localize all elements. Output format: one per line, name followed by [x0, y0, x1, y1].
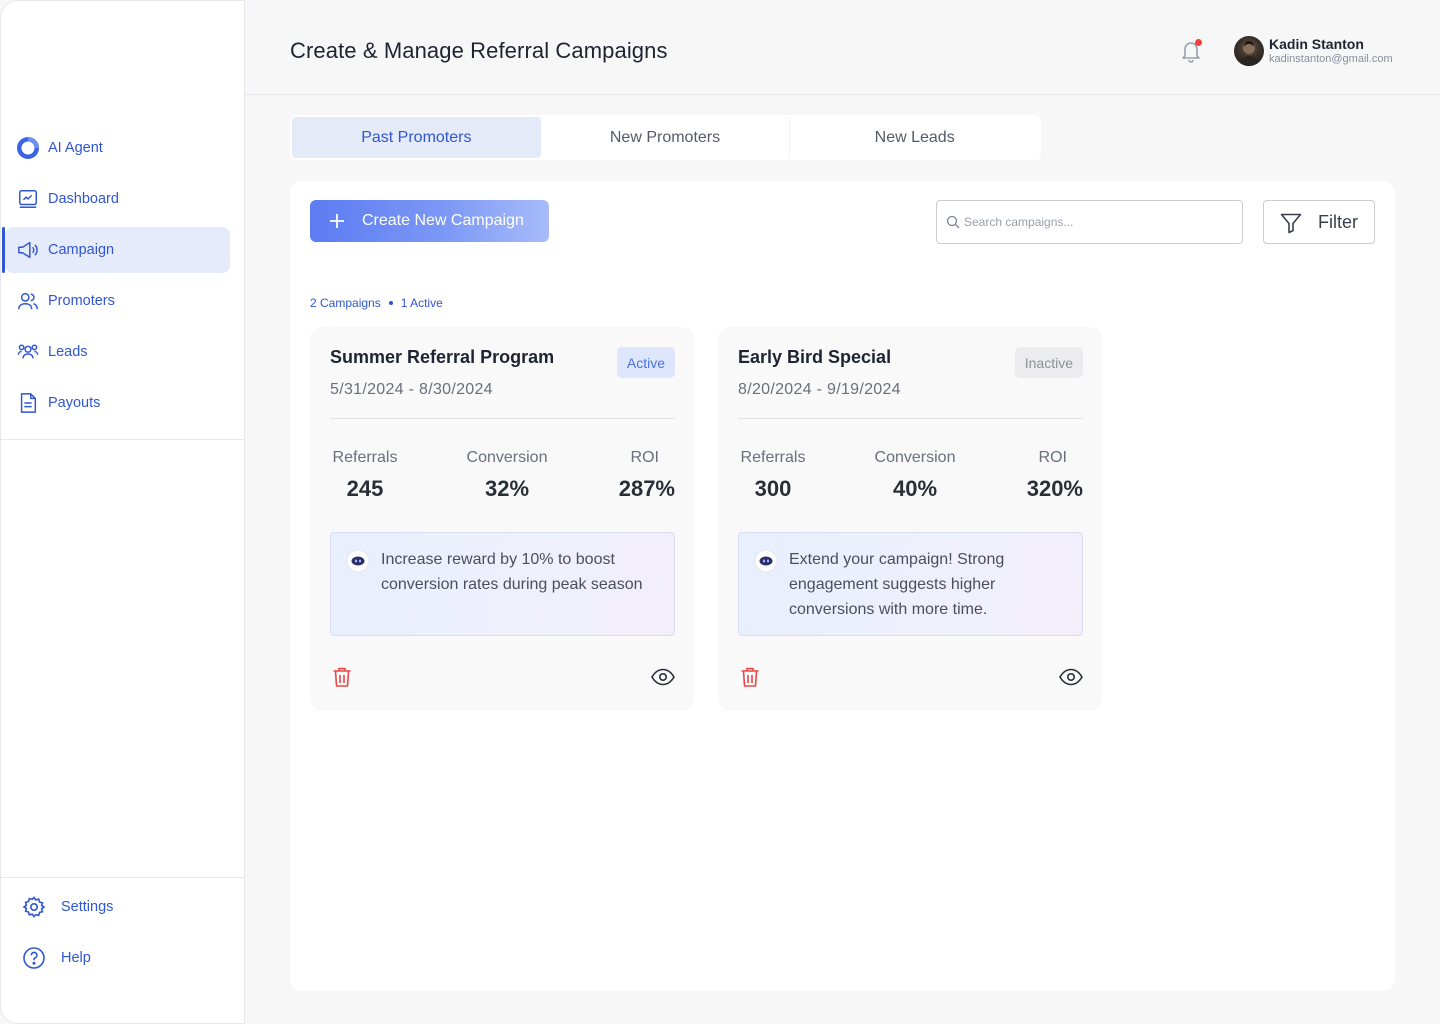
campaign-dates: 5/31/2024 - 8/30/2024 — [330, 381, 493, 398]
megaphone-icon — [15, 237, 41, 263]
campaign-count: 2 Campaigns — [310, 296, 381, 310]
sidebar-item-help[interactable]: Help — [5, 935, 230, 981]
stat-label: Conversion — [874, 449, 956, 466]
sidebar: AI Agent Dashboard Campaign Promoters Le… — [0, 0, 245, 1024]
stat-label: Referrals — [332, 449, 398, 466]
delete-icon[interactable] — [332, 666, 352, 688]
search-box — [936, 200, 1243, 244]
users-icon — [15, 288, 41, 314]
campaign-card: Early Bird Special 8/20/2024 - 9/19/2024… — [718, 327, 1102, 711]
stat-label: Referrals — [740, 449, 806, 466]
stat-value: 300 — [754, 476, 792, 501]
page-title: Create & Manage Referral Campaigns — [290, 38, 668, 63]
filter-icon — [1280, 213, 1302, 234]
sidebar-item-promoters[interactable]: Promoters — [5, 278, 230, 324]
stat-value: 245 — [346, 476, 384, 501]
card-divider — [330, 418, 675, 419]
referrals-stat: Referrals 300 — [738, 449, 808, 502]
ai-agent-icon — [15, 135, 41, 161]
filter-label: Filter — [1318, 211, 1358, 232]
sidebar-item-settings[interactable]: Settings — [5, 884, 230, 930]
search-input[interactable] — [964, 215, 1242, 229]
sidebar-divider — [1, 439, 244, 440]
campaigns-panel: Create New Campaign Filter 2 Campaigns 1… — [290, 181, 1395, 991]
stat-value: 287% — [618, 476, 675, 501]
ai-suggestion: Extend your campaign! Strong engagement … — [738, 532, 1083, 636]
sidebar-item-campaign[interactable]: Campaign — [2, 227, 230, 273]
top-header: Create & Manage Referral Campaigns Kadin… — [245, 0, 1440, 95]
delete-icon[interactable] — [740, 666, 760, 688]
tab-bar: Past Promoters New Promoters New Leads — [290, 115, 1041, 160]
stat-value: 40% — [892, 476, 938, 501]
conversion-stat: Conversion 32% — [463, 449, 551, 502]
campaign-card: Summer Referral Program 5/31/2024 - 8/30… — [310, 327, 694, 711]
ai-bot-icon — [346, 549, 370, 573]
sidebar-divider — [1, 877, 244, 878]
conversion-stat: Conversion 40% — [871, 449, 959, 502]
campaign-summary: 2 Campaigns 1 Active — [310, 296, 443, 310]
tab-past-promoters[interactable]: Past Promoters — [292, 117, 541, 158]
leads-icon — [15, 339, 41, 365]
sidebar-item-dashboard[interactable]: Dashboard — [5, 176, 230, 222]
ai-suggestion: Increase reward by 10% to boost conversi… — [330, 532, 675, 636]
avatar[interactable] — [1234, 36, 1264, 66]
stat-label: Conversion — [466, 449, 548, 466]
gear-icon — [21, 894, 47, 920]
sidebar-item-label: Dashboard — [48, 191, 119, 207]
tab-new-leads[interactable]: New Leads — [790, 117, 1039, 158]
ai-bot-icon — [754, 549, 778, 573]
campaign-name: Early Bird Special — [738, 347, 892, 367]
create-campaign-button[interactable]: Create New Campaign — [310, 200, 549, 242]
plus-icon — [330, 214, 344, 228]
notification-button[interactable] — [1179, 38, 1203, 64]
document-icon — [15, 390, 41, 416]
user-name: Kadin Stanton — [1269, 36, 1364, 52]
view-icon[interactable] — [651, 668, 675, 686]
summary-separator — [388, 301, 393, 305]
sidebar-bottom-nav: Settings Help — [1, 884, 244, 986]
stat-label: ROI — [1038, 449, 1067, 466]
campaign-dates: 8/20/2024 - 9/19/2024 — [738, 381, 901, 398]
campaign-name: Summer Referral Program — [330, 347, 555, 367]
suggestion-text: Increase reward by 10% to boost conversi… — [381, 551, 643, 593]
filter-button[interactable]: Filter — [1263, 200, 1375, 244]
avatar-image — [1239, 41, 1259, 66]
create-campaign-label: Create New Campaign — [362, 212, 524, 229]
sidebar-item-leads[interactable]: Leads — [5, 329, 230, 375]
help-icon — [21, 945, 47, 971]
user-email: kadinstanton@gmail.com — [1269, 53, 1393, 65]
dashboard-icon — [15, 186, 41, 212]
stat-value: 320% — [1026, 476, 1083, 501]
referrals-stat: Referrals 245 — [330, 449, 400, 502]
sidebar-item-ai-agent[interactable]: AI Agent — [5, 125, 230, 171]
sidebar-item-label: Settings — [61, 899, 114, 915]
sidebar-item-label: Help — [61, 950, 91, 966]
sidebar-item-label: Payouts — [48, 395, 101, 411]
search-icon — [946, 215, 960, 229]
roi-stat: ROI 287% — [619, 449, 675, 502]
sidebar-item-label: Leads — [48, 344, 88, 360]
view-icon[interactable] — [1059, 668, 1083, 686]
sidebar-item-label: Campaign — [48, 242, 115, 258]
status-badge: Inactive — [1014, 347, 1083, 378]
sidebar-item-label: Promoters — [48, 293, 115, 309]
sidebar-nav: AI Agent Dashboard Campaign Promoters Le… — [1, 125, 244, 431]
card-divider — [738, 418, 1083, 419]
stat-label: ROI — [630, 449, 659, 466]
sidebar-item-label: AI Agent — [48, 140, 103, 156]
stat-value: 32% — [484, 476, 530, 501]
roi-stat: ROI 320% — [1027, 449, 1083, 502]
status-badge: Active — [616, 347, 675, 378]
sidebar-item-payouts[interactable]: Payouts — [5, 380, 230, 426]
notification-dot — [1195, 39, 1202, 46]
tab-new-promoters[interactable]: New Promoters — [541, 117, 790, 158]
active-count: 1 Active — [400, 296, 443, 310]
suggestion-text: Extend your campaign! Strong engagement … — [789, 551, 1005, 618]
